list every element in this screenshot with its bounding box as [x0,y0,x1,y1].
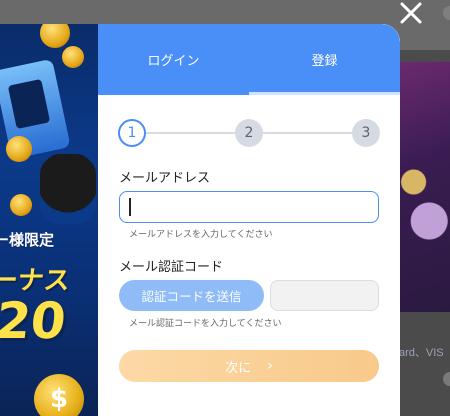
promo-text: ー様限定 [0,231,55,249]
background-icon [443,372,450,386]
email-hint: メールアドレスを入力してください [129,230,273,240]
tab-register[interactable]: 登録 [249,24,400,95]
background-banner-art [398,130,450,260]
coin-icon [40,24,70,48]
dollar-coin-icon: $ [34,374,84,416]
mascot-icon [40,154,96,224]
coin-icon [6,136,32,162]
active-tab-indicator [249,92,400,95]
background-icon [443,6,450,20]
coin-icon [62,46,84,68]
next-button-label: 次に [225,360,252,376]
background-text: ard、VIS [399,347,444,359]
register-panel: ログイン 登録 1 2 3 メールアドレス メールアドレスを入力してください メ… [98,24,400,416]
coin-icon [10,194,32,216]
step-connector [146,132,235,134]
promo-amount: 20 [0,292,69,350]
close-icon [400,2,422,24]
verification-code-field[interactable] [270,280,379,311]
register-modal: ー様限定 ーナス 20 $ ログイン 登録 1 2 3 メールアドレス メールア… [0,24,400,416]
step-1: 1 [118,119,146,147]
tab-login[interactable]: ログイン [98,24,249,95]
text-cursor [129,198,131,216]
auth-tabs: ログイン 登録 [98,24,400,95]
code-label: メール認証コード [119,260,224,275]
email-label: メールアドレス [119,171,211,186]
send-code-button[interactable]: 認証コードを送信 [119,280,264,311]
step-3: 3 [352,119,380,147]
registration-stepper: 1 2 3 [118,119,380,147]
step-2: 2 [235,119,263,147]
close-button[interactable] [396,0,428,28]
next-button[interactable]: 次に › [119,350,379,382]
email-field[interactable] [119,191,379,223]
chevron-right-icon: › [267,358,273,374]
step-connector [263,132,352,134]
code-hint: メール認証コードを入力してください [129,319,282,329]
promo-banner: ー様限定 ーナス 20 $ [0,24,98,416]
